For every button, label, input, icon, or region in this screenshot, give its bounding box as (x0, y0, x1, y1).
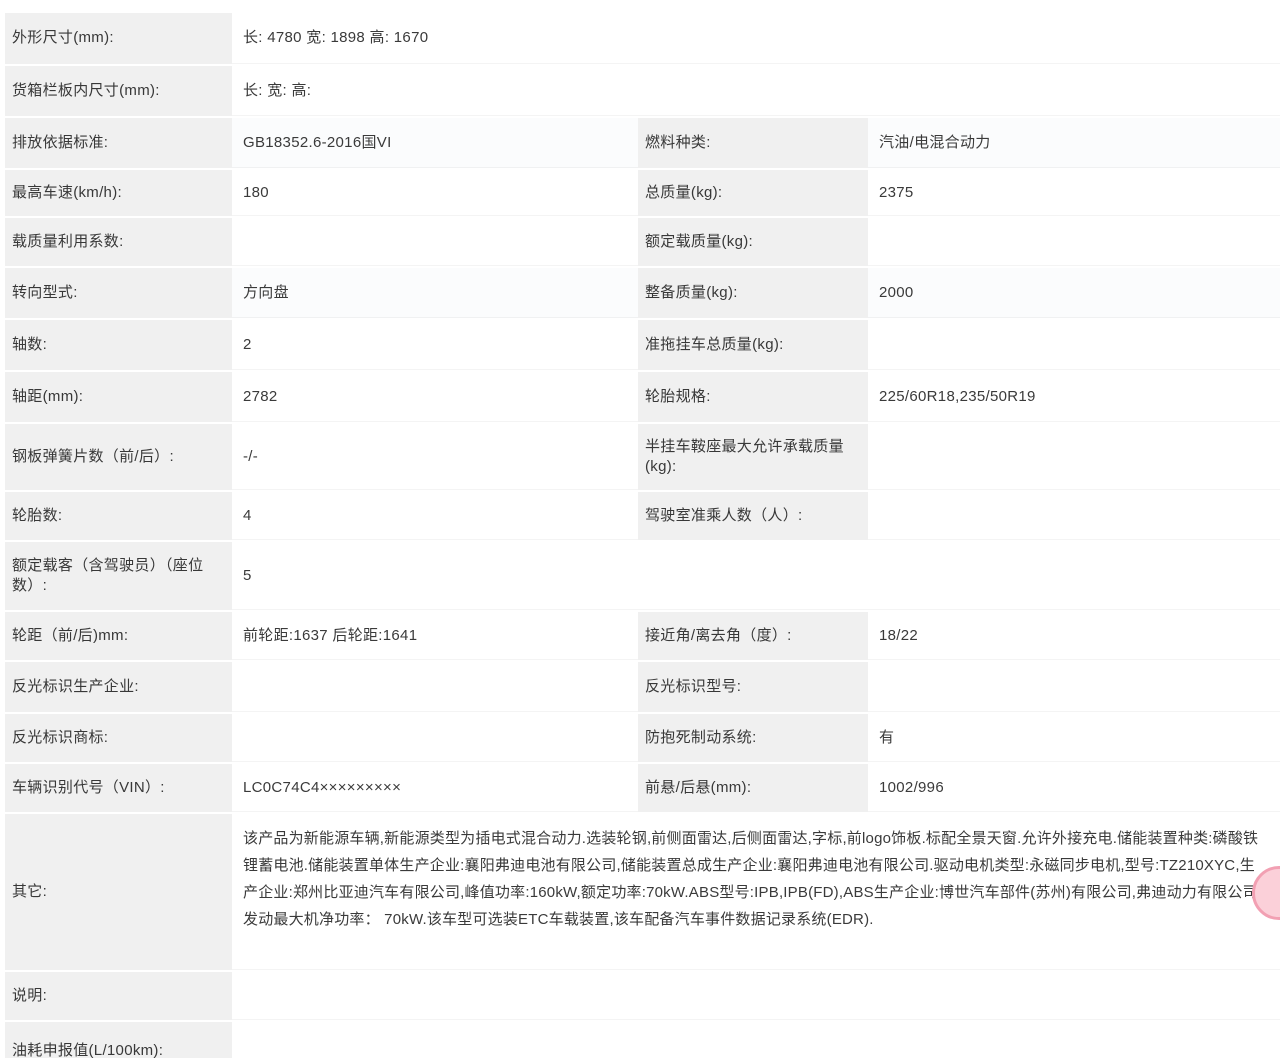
spec-row: 排放依据标准: GB18352.6-2016国VI 燃料种类: 汽油/电混合动力 (5, 118, 1280, 170)
spec-row: 货箱栏板内尺寸(mm): 长: 宽: 高: (5, 66, 1280, 118)
spec-value: 5 (232, 542, 1280, 610)
spec-value: 4 (232, 492, 638, 540)
spec-row: 额定载客（含驾驶员）（座位数）: 5 (5, 542, 1280, 612)
spec-label: 轴数: (5, 320, 232, 370)
spec-label: 整备质量(kg): (638, 268, 868, 318)
spec-value: 180 (232, 170, 638, 216)
spec-row: 最高车速(km/h): 180 总质量(kg): 2375 (5, 170, 1280, 218)
spec-value: 2782 (232, 372, 638, 422)
spec-label: 燃料种类: (638, 118, 868, 168)
spec-label: 其它: (5, 814, 232, 970)
spec-label: 轴距(mm): (5, 372, 232, 422)
spec-row: 车辆识别代号（VIN）: LC0C74C4××××××××× 前悬/后悬(mm)… (5, 764, 1280, 814)
spec-value (232, 1022, 1280, 1058)
spec-value (232, 972, 1280, 1020)
spec-label: 半挂车鞍座最大允许承载质量(kg): (638, 424, 868, 490)
spec-value-other-description: 该产品为新能源车辆,新能源类型为插电式混合动力.选装轮钢,前侧面雷达,后侧面雷达… (232, 814, 1280, 970)
spec-value: -/- (232, 424, 638, 490)
spec-value: 汽油/电混合动力 (868, 118, 1280, 168)
spec-value: 前轮距:1637 后轮距:1641 (232, 612, 638, 660)
spec-row: 轮胎数: 4 驾驶室准乘人数（人）: (5, 492, 1280, 542)
spec-label: 前悬/后悬(mm): (638, 764, 868, 812)
spec-row-other: 其它: 该产品为新能源车辆,新能源类型为插电式混合动力.选装轮钢,前侧面雷达,后… (5, 814, 1280, 972)
spec-value (868, 662, 1280, 712)
spec-row: 钢板弹簧片数（前/后）: -/- 半挂车鞍座最大允许承载质量(kg): (5, 424, 1280, 492)
spec-value (868, 424, 1280, 490)
spec-label: 轮胎数: (5, 492, 232, 540)
spec-row: 载质量利用系数: 额定载质量(kg): (5, 218, 1280, 268)
spec-label: 说明: (5, 972, 232, 1020)
spec-value (232, 714, 638, 762)
spec-label: 轮胎规格: (638, 372, 868, 422)
spec-row: 说明: (5, 972, 1280, 1022)
spec-value: 2000 (868, 268, 1280, 318)
spec-label: 准拖挂车总质量(kg): (638, 320, 868, 370)
spec-label: 总质量(kg): (638, 170, 868, 216)
spec-value: 方向盘 (232, 268, 638, 318)
spec-value (232, 662, 638, 712)
spec-label: 排放依据标准: (5, 118, 232, 168)
spec-label: 转向型式: (5, 268, 232, 318)
spec-value: GB18352.6-2016国VI (232, 118, 638, 168)
spec-label: 外形尺寸(mm): (5, 13, 232, 64)
spec-label: 载质量利用系数: (5, 218, 232, 266)
spec-value: 长: 宽: 高: (232, 66, 1280, 116)
spec-label: 接近角/离去角（度）: (638, 612, 868, 660)
vehicle-spec-page: 外形尺寸(mm): 长: 4780 宽: 1898 高: 1670 货箱栏板内尺… (0, 0, 1280, 1058)
spec-value (868, 218, 1280, 266)
spec-value: 2 (232, 320, 638, 370)
spec-label: 额定载质量(kg): (638, 218, 868, 266)
spec-value: 有 (868, 714, 1280, 762)
spec-label: 货箱栏板内尺寸(mm): (5, 66, 232, 116)
spec-label: 钢板弹簧片数（前/后）: (5, 424, 232, 490)
spec-value: LC0C74C4××××××××× (232, 764, 638, 812)
spec-label: 车辆识别代号（VIN）: (5, 764, 232, 812)
spec-label: 驾驶室准乘人数（人）: (638, 492, 868, 540)
spec-value: 长: 4780 宽: 1898 高: 1670 (232, 13, 1280, 64)
vehicle-spec-table: 外形尺寸(mm): 长: 4780 宽: 1898 高: 1670 货箱栏板内尺… (5, 13, 1280, 1058)
spec-value (868, 492, 1280, 540)
spec-row: 轮距（前/后)mm: 前轮距:1637 后轮距:1641 接近角/离去角（度）:… (5, 612, 1280, 662)
spec-value: 2375 (868, 170, 1280, 216)
spec-row: 轴数: 2 准拖挂车总质量(kg): (5, 320, 1280, 372)
spec-value: 18/22 (868, 612, 1280, 660)
spec-label: 反光标识生产企业: (5, 662, 232, 712)
spec-label: 油耗申报值(L/100km): (5, 1022, 232, 1058)
spec-row: 轴距(mm): 2782 轮胎规格: 225/60R18,235/50R19 (5, 372, 1280, 424)
spec-row: 反光标识商标: 防抱死制动系统: 有 (5, 714, 1280, 764)
spec-label: 防抱死制动系统: (638, 714, 868, 762)
spec-label: 反光标识商标: (5, 714, 232, 762)
spec-label: 反光标识型号: (638, 662, 868, 712)
spec-value (868, 320, 1280, 370)
spec-row: 油耗申报值(L/100km): (5, 1022, 1280, 1058)
spec-row: 反光标识生产企业: 反光标识型号: (5, 662, 1280, 714)
spec-label: 轮距（前/后)mm: (5, 612, 232, 660)
spec-label: 额定载客（含驾驶员）（座位数）: (5, 542, 232, 610)
spec-row: 转向型式: 方向盘 整备质量(kg): 2000 (5, 268, 1280, 320)
spec-value (232, 218, 638, 266)
spec-label: 最高车速(km/h): (5, 170, 232, 216)
spec-value: 225/60R18,235/50R19 (868, 372, 1280, 422)
spec-value: 1002/996 (868, 764, 1280, 812)
spec-row: 外形尺寸(mm): 长: 4780 宽: 1898 高: 1670 (5, 13, 1280, 66)
